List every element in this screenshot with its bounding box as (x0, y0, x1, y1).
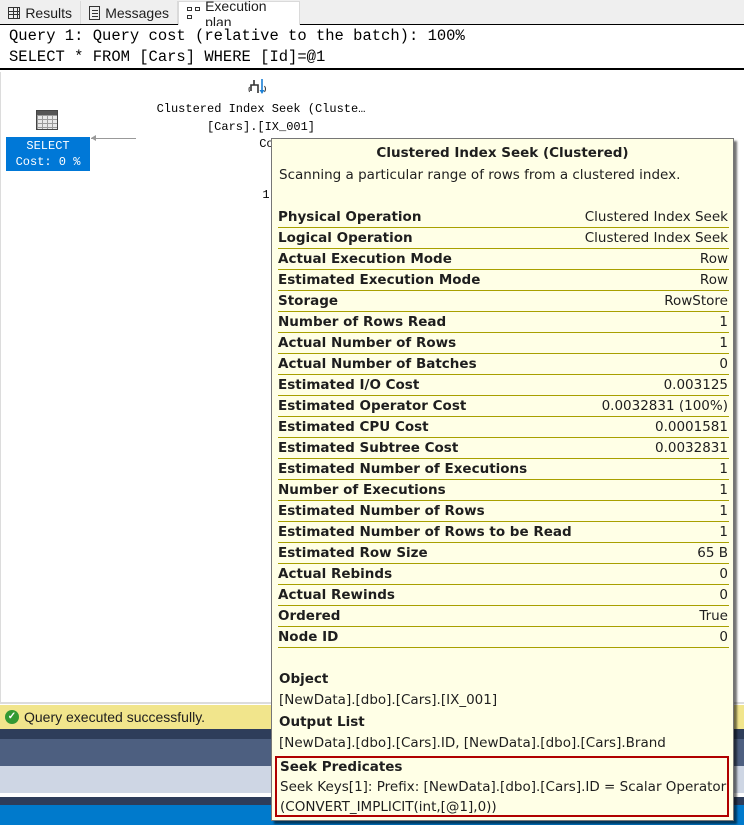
property-key: Estimated Subtree Cost (278, 440, 459, 456)
query-sql-line: SELECT * FROM [Cars] WHERE [Id]=@1 (9, 48, 326, 66)
tooltip-property-row: Logical Operation Clustered Index Seek (278, 228, 729, 249)
property-value: Clustered Index Seek (584, 209, 728, 225)
property-key: Estimated Number of Executions (278, 461, 528, 477)
tab-messages[interactable]: Messages (81, 1, 178, 24)
plan-connector-arrow (91, 135, 136, 141)
tooltip-property-row: Estimated CPU Cost 0.0001581 (278, 417, 729, 438)
select-node-label: SELECT (26, 139, 70, 153)
property-key: Actual Rewinds (278, 587, 395, 603)
property-key: Estimated Execution Mode (278, 272, 481, 288)
property-value: 1 (719, 503, 728, 519)
property-key: Storage (278, 293, 339, 309)
property-key: Logical Operation (278, 230, 413, 246)
seek-node-title[interactable]: Clustered Index Seek (Cluste… (121, 102, 401, 116)
property-value: 0.0032831 (654, 440, 728, 456)
property-value: 0.003125 (663, 377, 728, 393)
tab-execution-plan[interactable]: Execution plan (178, 0, 300, 30)
property-value: Row (699, 272, 728, 288)
property-key: Actual Rebinds (278, 566, 393, 582)
property-value: RowStore (664, 293, 728, 309)
tooltip-property-row: Physical Operation Clustered Index Seek (278, 207, 729, 228)
property-key: Actual Execution Mode (278, 251, 452, 267)
tooltip-description: Scanning a particular range of rows from… (279, 167, 681, 183)
status-message: Query executed successfully. (24, 709, 206, 725)
property-value: Clustered Index Seek (584, 230, 728, 246)
select-table-icon[interactable] (36, 110, 58, 130)
tooltip-property-row: Actual Number of Batches 0 (278, 354, 729, 375)
tooltip-property-row: Actual Rewinds 0 (278, 585, 729, 606)
output-list-value: [NewData].[dbo].[Cars].ID, [NewData].[db… (279, 735, 666, 751)
property-key: Actual Number of Rows (278, 335, 457, 351)
tooltip-property-row: Estimated Operator Cost 0.0032831 (100%) (278, 396, 729, 417)
seek-predicates-line-1: Seek Keys[1]: Prefix: [NewData].[dbo].[C… (280, 779, 727, 795)
tooltip-property-row: Storage RowStore (278, 291, 729, 312)
object-value: [NewData].[dbo].[Cars].[IX_001] (279, 692, 498, 708)
tooltip-output-list-section: Output List [NewData].[dbo].[Cars].ID, [… (279, 712, 666, 754)
seek-node-object: [Cars].[IX_001] (206, 120, 316, 134)
tooltip-object-section: Object [NewData].[dbo].[Cars].[IX_001] (279, 669, 497, 711)
tooltip-property-row: Number of Executions 1 (278, 480, 729, 501)
seek-predicates-line-2: (CONVERT_IMPLICIT(int,[@1],0)) (280, 799, 497, 815)
seek-predicates-heading: Seek Predicates (280, 759, 403, 775)
operator-tooltip: Clustered Index Seek (Clustered) Scannin… (271, 138, 734, 821)
query-cost-line: Query 1: Query cost (relative to the bat… (9, 27, 465, 45)
tooltip-property-row: Actual Number of Rows 1 (278, 333, 729, 354)
tooltip-property-row: Actual Execution Mode Row (278, 249, 729, 270)
object-heading: Object (279, 671, 329, 687)
grid-icon (8, 6, 21, 19)
success-check-icon: ✓ (5, 710, 19, 724)
clustered-index-seek-icon[interactable] (248, 76, 270, 98)
property-value: 0.0001581 (654, 419, 728, 435)
property-key: Estimated Number of Rows (278, 503, 485, 519)
property-value: True (699, 608, 728, 624)
property-key: Estimated CPU Cost (278, 419, 429, 435)
tooltip-property-row: Estimated Row Size 65 B (278, 543, 729, 564)
property-key: Estimated Operator Cost (278, 398, 467, 414)
property-key: Ordered (278, 608, 341, 624)
tooltip-property-row: Estimated Number of Executions 1 (278, 459, 729, 480)
tooltip-property-row: Estimated Number of Rows to be Read 1 (278, 522, 729, 543)
property-value: 0.0032831 (100%) (601, 398, 728, 414)
execution-plan-icon (187, 6, 200, 21)
query-header: Query 1: Query cost (relative to the bat… (0, 26, 744, 70)
property-key: Physical Operation (278, 209, 422, 225)
property-key: Number of Rows Read (278, 314, 447, 330)
property-value: 1 (719, 482, 728, 498)
property-value: 0 (719, 566, 728, 582)
tab-results[interactable]: Results (0, 1, 81, 24)
property-key: Estimated I/O Cost (278, 377, 420, 393)
tooltip-property-row: Estimated Execution Mode Row (278, 270, 729, 291)
tooltip-property-row: Ordered True (278, 606, 729, 627)
property-key: Estimated Number of Rows to be Read (278, 524, 572, 540)
tooltip-property-row: Actual Rebinds 0 (278, 564, 729, 585)
messages-icon (89, 5, 101, 20)
output-list-heading: Output List (279, 714, 365, 730)
property-key: Estimated Row Size (278, 545, 428, 561)
property-value: 1 (719, 314, 728, 330)
property-value: 0 (719, 356, 728, 372)
property-key: Node ID (278, 629, 339, 645)
property-key: Number of Executions (278, 482, 446, 498)
tooltip-property-row: Estimated I/O Cost 0.003125 (278, 375, 729, 396)
result-tabstrip: Results Messages Execution plan (0, 0, 744, 30)
tab-label: Results (25, 4, 72, 21)
tooltip-title: Clustered Index Seek (Clustered) (376, 145, 629, 161)
property-value: 1 (719, 461, 728, 477)
tooltip-properties-table: Physical Operation Clustered Index Seek Lo… (278, 207, 729, 648)
property-value: 1 (719, 524, 728, 540)
tooltip-property-row: Number of Rows Read 1 (278, 312, 729, 333)
select-node-cost: Cost: 0 % (15, 155, 81, 169)
select-node[interactable]: SELECT Cost: 0 % (6, 137, 90, 171)
tab-label: Messages (105, 4, 169, 21)
property-value: 1 (719, 335, 728, 351)
seek-predicates-highlight: Seek Predicates Seek Keys[1]: Prefix: [N… (275, 756, 729, 817)
property-key: Actual Number of Batches (278, 356, 477, 372)
property-value: 0 (719, 629, 728, 645)
tooltip-property-row: Node ID 0 (278, 627, 729, 648)
property-value: 0 (719, 587, 728, 603)
tooltip-property-row: Estimated Number of Rows 1 (278, 501, 729, 522)
property-value: 65 B (697, 545, 728, 561)
tooltip-property-row: Estimated Subtree Cost 0.0032831 (278, 438, 729, 459)
property-value: Row (699, 251, 728, 267)
